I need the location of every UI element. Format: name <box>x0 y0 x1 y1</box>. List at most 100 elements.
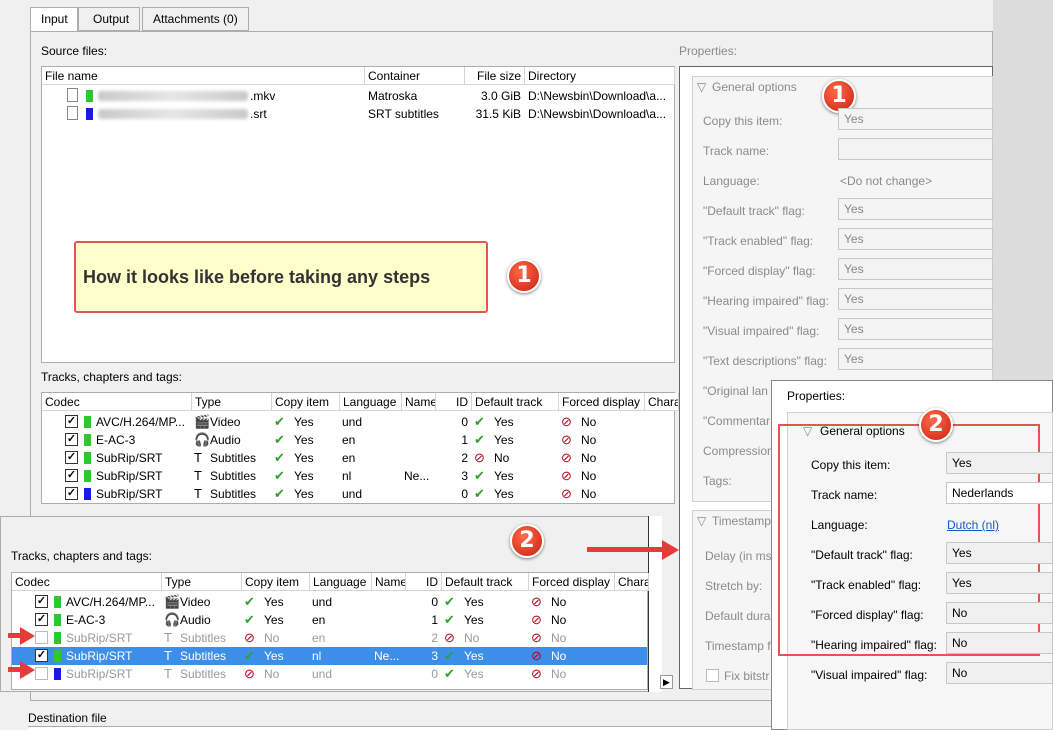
track-id: 1 <box>431 613 438 627</box>
track-checkbox[interactable]: ✓ <box>65 451 78 464</box>
track-checkbox[interactable]: ✓ <box>35 595 48 608</box>
timestamp-label: Fix bitstr <box>724 669 770 683</box>
track-color-marker <box>84 470 91 482</box>
col-container[interactable]: Container <box>365 67 465 85</box>
destination-label: Destination file <box>28 711 107 725</box>
tracks-list[interactable]: Codec Type Copy item Language Name ID Default … <box>41 392 679 504</box>
track-codec: AVC/H.264/MP... <box>96 415 185 429</box>
col-characteristics[interactable]: Chara <box>615 573 649 591</box>
track-codec: SubRip/SRT <box>96 469 163 483</box>
col-characteristics[interactable]: Chara <box>645 393 679 411</box>
col-default-track[interactable]: Default track <box>472 393 559 411</box>
col-language[interactable]: Language <box>310 573 372 591</box>
track-forced: No <box>581 415 597 429</box>
col-copy-item[interactable]: Copy item <box>272 393 340 411</box>
track-copy-item: Yes <box>294 487 314 501</box>
track-codec: SubRip/SRT <box>96 487 163 501</box>
track-codec: SubRip/SRT <box>66 649 133 663</box>
track-forced: No <box>581 433 597 447</box>
timestamp-label: Delay (in ms <box>705 549 772 563</box>
track-id: 2 <box>431 631 438 645</box>
tab-attachments[interactable]: Attachments (0) <box>142 7 249 31</box>
source-files-list[interactable]: File name Container File size Directory … <box>41 66 675 363</box>
track-checkbox[interactable]: ✓ <box>65 415 78 428</box>
scroll-right-icon[interactable]: ▶ <box>660 675 673 689</box>
track-checkbox[interactable]: ✓ <box>65 433 78 446</box>
col-type[interactable]: Type <box>192 393 272 411</box>
property-label: "Visual impaired" flag: <box>811 668 928 682</box>
property-label: "Forced display" flag: <box>703 264 816 278</box>
col-id[interactable]: ID <box>436 393 472 411</box>
tab-input[interactable]: Input <box>30 7 78 32</box>
property-dropdown[interactable]: No <box>946 632 1053 654</box>
track-row[interactable]: ✓ SubRip/SRT T Subtitles ✔ Yes nl Ne... 3 ✔ Yes ⊘ No <box>12 647 647 665</box>
col-default-track[interactable]: Default track <box>442 573 529 591</box>
track-checkbox[interactable] <box>35 667 48 680</box>
track-copy-item: Yes <box>294 415 314 429</box>
file-row[interactable]: .mkv Matroska 3.0 GiB D:\Newsbin\Downloa… <box>42 87 674 105</box>
track-default: Yes <box>464 667 484 681</box>
col-language[interactable]: Language <box>340 393 402 411</box>
vertical-scrollbar[interactable] <box>648 516 662 692</box>
property-label: Track name: <box>703 144 770 158</box>
collapse-icon[interactable]: ▽ <box>697 514 706 528</box>
track-checkbox[interactable]: ✓ <box>35 613 48 626</box>
property-dropdown[interactable]: Yes <box>946 452 1053 474</box>
property-dropdown[interactable]: Yes <box>946 542 1053 564</box>
check-icon: ✔ <box>274 468 285 483</box>
track-row[interactable]: ✓ SubRip/SRT T Subtitles ✔ Yes und 0 ✔ Yes ⊘ No <box>42 485 674 503</box>
col-forced-display[interactable]: Forced display <box>559 393 645 411</box>
track-row[interactable]: ✓ E-AC-3 🎧 Audio ✔ Yes en 1 ✔ Yes ⊘ No <box>42 431 674 449</box>
col-id[interactable]: ID <box>406 573 442 591</box>
track-codec: E-AC-3 <box>96 433 136 447</box>
col-codec[interactable]: Codec <box>12 573 162 591</box>
track-type: Subtitles <box>210 451 257 465</box>
track-checkbox[interactable]: ✓ <box>65 469 78 482</box>
col-name[interactable]: Name <box>402 393 436 411</box>
track-id: 2 <box>461 451 468 465</box>
col-file-size[interactable]: File size <box>465 67 525 85</box>
no-icon: ⊘ <box>474 450 485 465</box>
property-dropdown[interactable]: Yes <box>946 572 1053 594</box>
track-row[interactable]: SubRip/SRT T Subtitles ⊘ No und 0 ✔ Yes ⊘ No <box>12 665 647 683</box>
file-row[interactable]: .srt SRT subtitles 31.5 KiB D:\Newsbin\D… <box>42 105 674 123</box>
track-checkbox[interactable]: ✓ <box>35 649 48 662</box>
red-arrow-head <box>20 661 35 679</box>
language-link[interactable]: Dutch (nl) <box>947 518 999 532</box>
col-forced-display[interactable]: Forced display <box>529 573 615 591</box>
track-default: Yes <box>494 433 514 447</box>
track-row[interactable]: SubRip/SRT T Subtitles ⊘ No en 2 ⊘ No ⊘ No <box>12 629 647 647</box>
track-row[interactable]: ✓ AVC/H.264/MP... 🎬 Video ✔ Yes und 0 ✔ Yes ⊘ No <box>12 593 647 611</box>
collapse-icon[interactable]: ▽ <box>697 80 706 94</box>
property-field: Yes <box>838 318 993 340</box>
col-codec[interactable]: Codec <box>42 393 192 411</box>
col-type[interactable]: Type <box>162 573 242 591</box>
property-value: <Do not change> <box>840 174 933 188</box>
track-type-icon: T <box>194 468 202 483</box>
track-checkbox[interactable] <box>35 631 48 644</box>
annotation-callout: How it looks like before taking any step… <box>74 241 488 313</box>
col-name[interactable]: Name <box>372 573 406 591</box>
track-default: Yes <box>464 649 484 663</box>
track-row[interactable]: ✓ SubRip/SRT T Subtitles ✔ Yes en 2 ⊘ No ⊘ No <box>42 449 674 467</box>
property-dropdown[interactable]: No <box>946 662 1053 684</box>
check-icon: ✔ <box>274 486 285 501</box>
col-file-name[interactable]: File name <box>42 67 365 85</box>
tab-output[interactable]: Output <box>78 7 140 31</box>
track-type: Subtitles <box>180 631 227 645</box>
timestamp-label: Default dura <box>705 609 771 623</box>
track-name-input[interactable]: Nederlands <box>946 482 1053 504</box>
track-checkbox[interactable]: ✓ <box>65 487 78 500</box>
collapse-icon[interactable]: ▽ <box>803 424 812 438</box>
track-row[interactable]: ✓ AVC/H.264/MP... 🎬 Video ✔ Yes und 0 ✔ Yes ⊘ No <box>42 413 674 431</box>
track-type-icon: T <box>194 486 202 501</box>
no-icon: ⊘ <box>561 486 572 501</box>
track-row[interactable]: ✓ SubRip/SRT T Subtitles ✔ Yes nl Ne... 3 ✔ Yes ⊘ No <box>42 467 674 485</box>
col-directory[interactable]: Directory <box>525 67 675 85</box>
check-icon: ✔ <box>444 612 455 627</box>
tracks-list-2[interactable]: Codec Type Copy item Language Name ID Default … <box>11 572 649 690</box>
track-row[interactable]: ✓ E-AC-3 🎧 Audio ✔ Yes en 1 ✔ Yes ⊘ No <box>12 611 647 629</box>
col-copy-item[interactable]: Copy item <box>242 573 310 591</box>
file-color-marker <box>86 108 93 120</box>
property-dropdown[interactable]: No <box>946 602 1053 624</box>
